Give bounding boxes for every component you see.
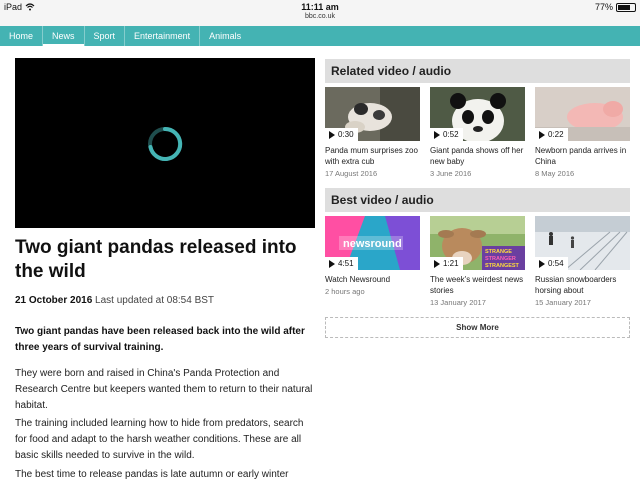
clock: 11:11 am <box>301 2 339 12</box>
duration-badge: 0:22 <box>535 128 568 141</box>
duration-label: 0:22 <box>548 130 564 139</box>
play-icon <box>434 130 440 139</box>
video-thumbnail[interactable]: 0:52 <box>430 87 525 141</box>
stranger-text: STRANGER <box>485 256 516 262</box>
battery-icon <box>616 2 636 12</box>
related-video-card[interactable]: 0:52 Giant panda shows off her new baby … <box>430 87 525 178</box>
article-dateline: 21 October 2016 Last updated at 08:54 BS… <box>15 295 214 306</box>
nav-item-sport[interactable]: Sport <box>85 26 126 46</box>
article-date: 21 October 2016 <box>15 295 93 306</box>
nav-item-news[interactable]: News <box>43 26 85 46</box>
best-video-card[interactable]: 0:54 Russian snowboarders horsing about … <box>535 216 630 307</box>
video-thumbnail[interactable]: newsround 4:51 <box>325 216 420 270</box>
duration-label: 0:30 <box>338 130 354 139</box>
video-thumbnail[interactable]: 0:54 <box>535 216 630 270</box>
video-thumbnail[interactable]: 0:22 <box>535 87 630 141</box>
article-paragraph: They were born and raised in China's Pan… <box>15 368 313 411</box>
nav-item-entertainment[interactable]: Entertainment <box>125 26 201 46</box>
duration-label: 1:21 <box>443 259 459 268</box>
loading-spinner-icon <box>148 126 183 161</box>
duration-label: 0:52 <box>443 130 459 139</box>
related-video-heading: Related video / audio <box>325 59 630 83</box>
play-icon <box>434 259 440 268</box>
video-title[interactable]: Russian snowboarders horsing about <box>535 274 630 296</box>
duration-badge: 1:21 <box>430 257 463 270</box>
address-bar[interactable]: bbc.co.uk <box>0 13 640 20</box>
video-title[interactable]: Newborn panda arrives in China <box>535 145 630 167</box>
show-more-button[interactable]: Show More <box>325 317 630 338</box>
section-nav: Home News Sport Entertainment Animals <box>0 26 640 46</box>
article-lead-paragraph: Two giant pandas have been released back… <box>15 326 305 353</box>
best-video-heading: Best video / audio <box>325 188 630 212</box>
battery-indicator: 77% <box>595 2 636 12</box>
article-paragraph: The best time to release pandas is late … <box>15 469 289 480</box>
duration-label: 4:51 <box>338 259 354 268</box>
video-title[interactable]: Watch Newsround <box>325 274 420 285</box>
best-video-card[interactable]: STRANGE STRANGER STRANGEST 1:21 The week… <box>430 216 525 307</box>
video-thumbnail[interactable]: 0:30 <box>325 87 420 141</box>
duration-badge: 0:30 <box>325 128 358 141</box>
play-icon <box>329 259 335 268</box>
battery-percent: 77% <box>594 2 613 12</box>
status-bar: iPad 11:11 am bbc.co.uk 77% <box>0 0 640 26</box>
article-headline: Two giant pandas released into the wild <box>15 237 297 282</box>
video-title[interactable]: Giant panda shows off her new baby <box>430 145 525 167</box>
play-icon <box>329 130 335 139</box>
best-video-card[interactable]: newsround 4:51 Watch Newsround 2 hours a… <box>325 216 420 296</box>
strangest-text: STRANGEST <box>485 263 520 269</box>
video-title[interactable]: The week's weirdest news stories <box>430 274 525 296</box>
video-thumbnail[interactable]: STRANGE STRANGER STRANGEST 1:21 <box>430 216 525 270</box>
video-title[interactable]: Panda mum surprises zoo with extra cub <box>325 145 420 167</box>
related-video-card[interactable]: 0:30 Panda mum surprises zoo with extra … <box>325 87 420 178</box>
article-updated: Last updated at 08:54 BST <box>95 295 215 306</box>
video-date: 8 May 2016 <box>535 169 575 178</box>
nav-item-animals[interactable]: Animals <box>200 26 250 46</box>
video-date: 13 January 2017 <box>430 298 486 307</box>
newsround-logo-text: newsround <box>343 238 402 250</box>
duration-label: 0:54 <box>548 259 564 268</box>
video-date: 17 August 2016 <box>325 169 378 178</box>
video-date: 15 January 2017 <box>535 298 591 307</box>
duration-badge: 0:52 <box>430 128 463 141</box>
video-date: 3 June 2016 <box>430 169 472 178</box>
nav-item-home[interactable]: Home <box>0 26 44 46</box>
video-date: 2 hours ago <box>325 287 365 296</box>
play-icon <box>539 130 545 139</box>
duration-badge: 4:51 <box>325 257 358 270</box>
duration-badge: 0:54 <box>535 257 568 270</box>
article-paragraph: The training included learning how to hi… <box>15 418 304 461</box>
play-icon <box>539 259 545 268</box>
related-video-card[interactable]: 0:22 Newborn panda arrives in China 8 Ma… <box>535 87 630 178</box>
strange-text: STRANGE <box>485 249 512 255</box>
